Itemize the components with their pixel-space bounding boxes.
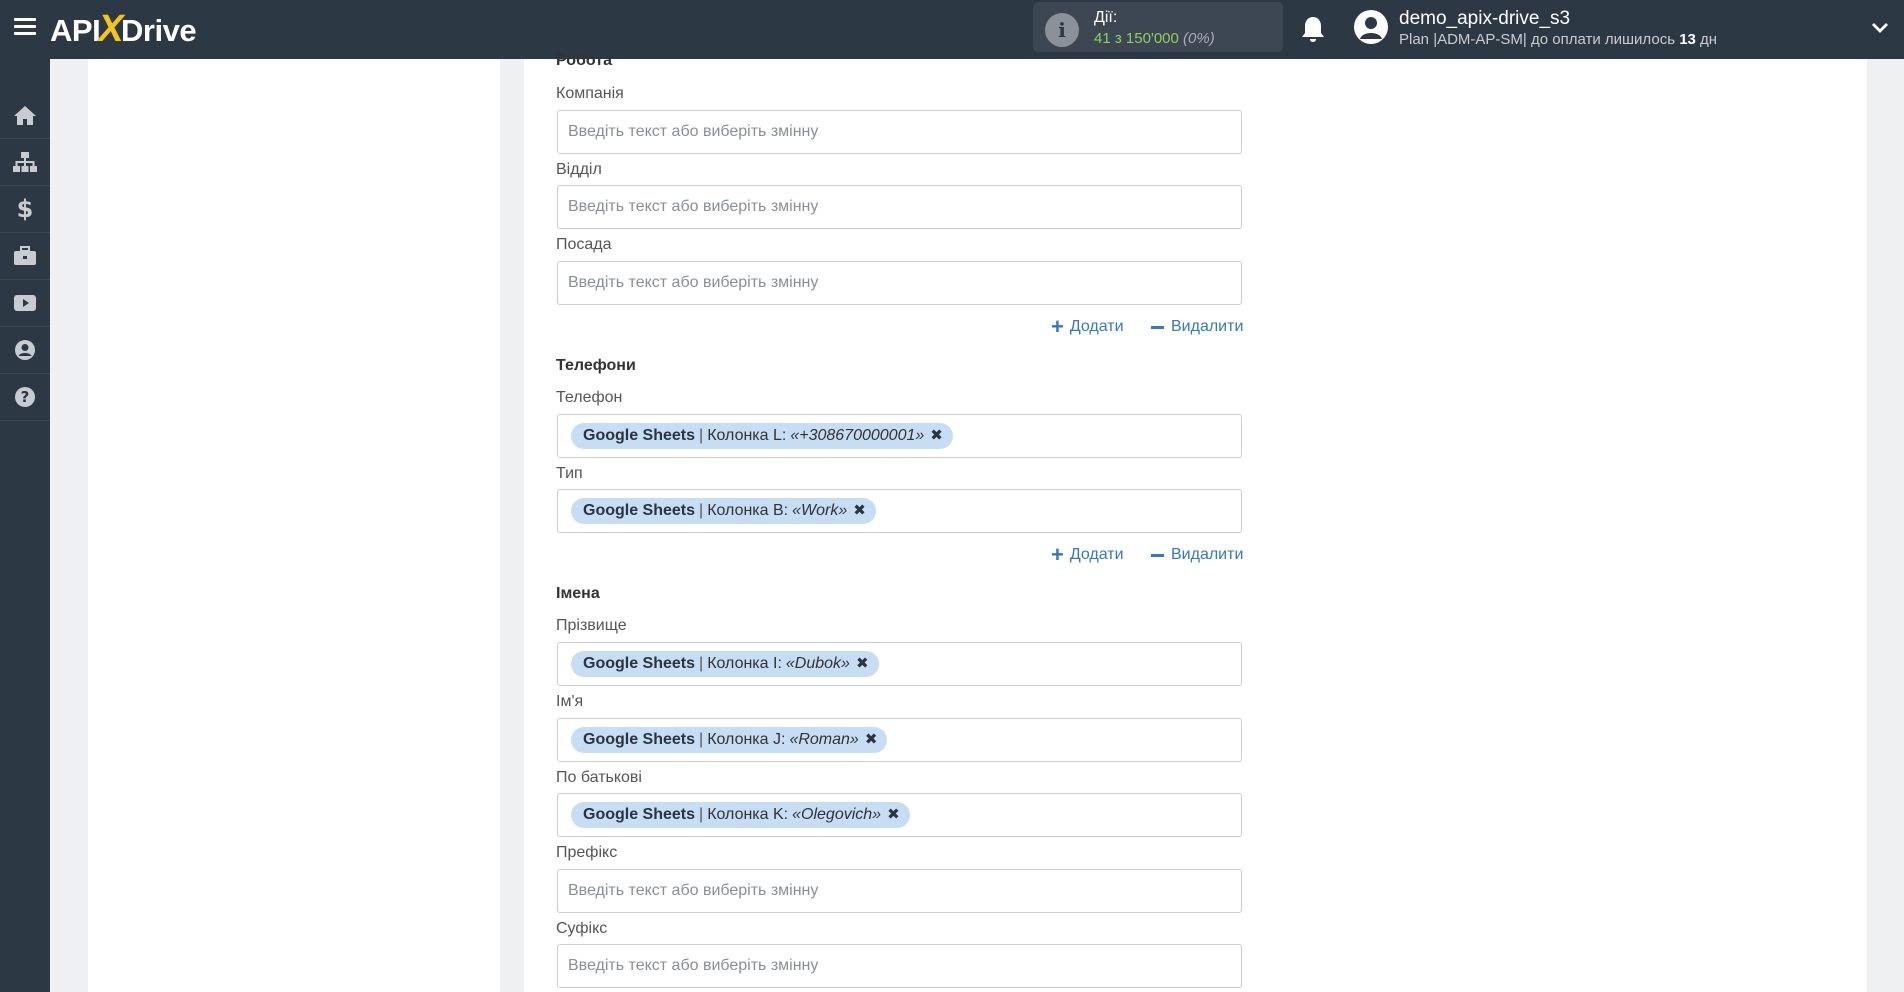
remove-chip-icon[interactable]: ✖ [856, 651, 869, 677]
position-input[interactable] [558, 262, 1241, 304]
phone-label: Телефон [556, 389, 623, 406]
top-bar: APIXDrive i Дії: 41 з 150'000 (0%) demo_… [0, 0, 1904, 59]
actions-value: 41 з 150'000 (0%) [1094, 30, 1215, 47]
video-icon[interactable] [0, 280, 50, 327]
type-label: Тип [556, 465, 583, 482]
prefix-input[interactable] [558, 870, 1241, 912]
suffix-label: Суфікс [556, 920, 608, 937]
page-margin [1867, 59, 1904, 992]
sitemap-icon[interactable] [0, 139, 50, 186]
prefix-label: Префікс [556, 844, 618, 861]
actions-label: Дії: [1094, 9, 1118, 26]
avatar[interactable] [1354, 10, 1388, 44]
type-field[interactable]: Google Sheets | Колонка B: «Work» ✖ [557, 489, 1242, 533]
bell-icon[interactable] [1300, 15, 1326, 43]
suffix-input[interactable] [558, 945, 1241, 987]
minus-icon [1151, 325, 1164, 329]
menu-icon[interactable] [14, 18, 36, 36]
sidebar: $ ? [0, 59, 50, 992]
variable-chip: Google Sheets | Колонка L: «+308670000001» ✖ [571, 423, 953, 449]
home-icon[interactable] [0, 92, 50, 139]
company-label: Компанія [556, 85, 624, 102]
add-phone-button[interactable]: + Додати [1051, 542, 1124, 567]
first-name-label: Ім'я [556, 693, 584, 710]
remove-chip-icon[interactable]: ✖ [865, 727, 878, 753]
remove-chip-icon[interactable]: ✖ [887, 802, 900, 828]
department-input[interactable] [558, 186, 1241, 228]
prefix-field[interactable] [557, 869, 1242, 913]
dollar-icon[interactable]: $ [0, 186, 50, 233]
section-title-names: Імена [556, 585, 600, 602]
variable-chip: Google Sheets | Колонка K: «Olegovich» ✖ [571, 802, 910, 828]
department-field[interactable] [557, 185, 1242, 229]
phone-field[interactable]: Google Sheets | Колонка L: «+308670000001» ✖ [557, 414, 1242, 458]
help-icon[interactable]: ? [0, 374, 50, 421]
user-icon[interactable] [0, 327, 50, 374]
variable-chip: Google Sheets | Колонка J: «Roman» ✖ [571, 727, 888, 753]
actions-counter: i Дії: 41 з 150'000 (0%) [1033, 2, 1283, 52]
section-title-phones: Телефони [556, 357, 636, 374]
suffix-field[interactable] [557, 944, 1242, 988]
chevron-down-icon[interactable] [1870, 18, 1890, 38]
divider [500, 59, 524, 992]
remove-phone-button[interactable]: Видалити [1151, 546, 1243, 564]
remove-chip-icon[interactable]: ✖ [930, 423, 943, 449]
remove-work-button[interactable]: Видалити [1151, 318, 1243, 336]
last-name-label: Прізвище [556, 617, 627, 634]
patronymic-label: По батькові [556, 769, 642, 786]
section-title-work: Робота [556, 52, 613, 69]
company-input[interactable] [558, 111, 1241, 153]
position-label: Посада [556, 236, 612, 253]
add-work-button[interactable]: + Додати [1051, 314, 1124, 339]
remove-chip-icon[interactable]: ✖ [853, 498, 866, 524]
position-field[interactable] [557, 261, 1242, 305]
info-icon: i [1045, 13, 1079, 47]
left-panel [88, 59, 500, 992]
plus-icon: + [1051, 542, 1064, 567]
variable-chip: Google Sheets | Колонка B: «Work» ✖ [571, 498, 876, 524]
username[interactable]: demo_apix-drive_s3 [1399, 8, 1570, 30]
plus-icon: + [1051, 314, 1064, 339]
apix-drive-logo[interactable]: APIXDrive [50, 9, 197, 49]
department-label: Відділ [556, 161, 602, 178]
company-field[interactable] [557, 110, 1242, 154]
plan-info: Plan |ADM-AP-SM| до оплати лишилось 13 д… [1399, 31, 1718, 48]
last-name-field[interactable]: Google Sheets | Колонка I: «Dubok» ✖ [557, 642, 1242, 686]
briefcase-icon[interactable] [0, 233, 50, 280]
first-name-field[interactable]: Google Sheets | Колонка J: «Roman» ✖ [557, 718, 1242, 762]
variable-chip: Google Sheets | Колонка I: «Dubok» ✖ [571, 651, 879, 677]
patronymic-field[interactable]: Google Sheets | Колонка K: «Olegovich» ✖ [557, 793, 1242, 837]
svg-text:?: ? [21, 388, 30, 406]
minus-icon [1151, 553, 1164, 557]
